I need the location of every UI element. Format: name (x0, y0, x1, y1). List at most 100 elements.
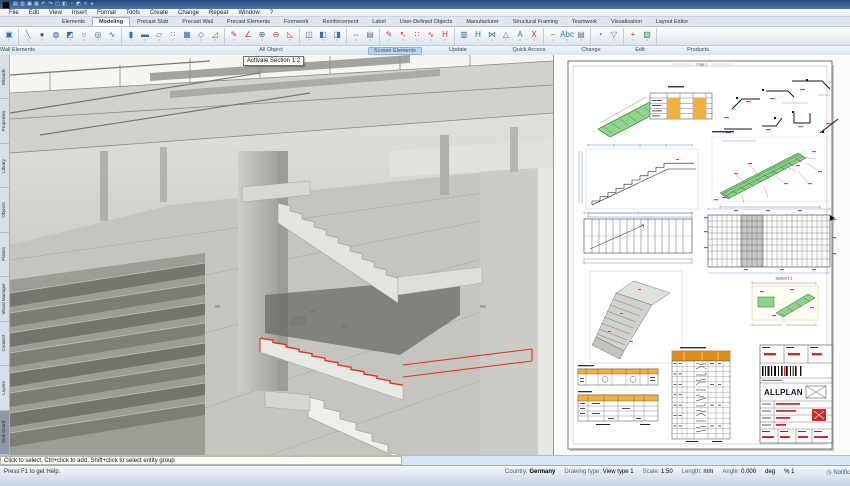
icon-visualization-scene[interactable]: ▧ (640, 28, 654, 45)
tab-elements[interactable]: Elements (55, 17, 92, 26)
icon-repeat-last[interactable]: ◔ (68, 2, 75, 7)
tab-visualisation[interactable]: Visualisation (604, 17, 649, 26)
icon-copy-tool[interactable]: ◫ (302, 28, 316, 45)
menu-item[interactable]: Repeat (204, 10, 233, 16)
icon-angle-tool[interactable]: ∠ (241, 28, 255, 45)
palette-tab-library[interactable]: Library (0, 144, 9, 188)
icon-mesh-tool[interactable]: ▦ (180, 28, 194, 45)
workspace: WizardsPropertiesLibraryObjectsPlanesVis… (0, 55, 850, 455)
menu-item[interactable]: Change (173, 10, 204, 16)
viewport-3d[interactable]: Activate Section 1:2 (10, 55, 554, 455)
icon-print[interactable]: ▦ (33, 2, 40, 7)
menu-item[interactable]: Insert (67, 10, 92, 16)
tab-precast-slab[interactable]: Precast Slab (130, 17, 175, 26)
icon-spline-tool[interactable]: ∿ (105, 28, 119, 45)
icon-redo[interactable]: ↷ (47, 2, 54, 7)
tab-modeling[interactable]: Modeling (92, 17, 130, 26)
menu-item[interactable]: View (44, 10, 67, 16)
palette-tab-layers[interactable]: Layers (0, 366, 9, 410)
icon-open-file[interactable]: ▥ (19, 2, 26, 7)
icon-toolbar: ▣ ╲●◍◩○◎∿ ▮▬▱∷▦◇◿ ✎∠⊕⊖◺ ◫◧◨ ⇔▤ ✎↖∷∿H ▥H⋈… (0, 27, 850, 46)
menu-item[interactable]: Edit (24, 10, 44, 16)
layout-sheet-panel[interactable]: Page 1 (554, 55, 850, 455)
icon-torus-tool[interactable]: ◎ (91, 28, 105, 45)
menu-item[interactable]: Create (145, 10, 173, 16)
icon-shade-tool[interactable]: △ (499, 28, 513, 45)
icon-dimension-tool[interactable]: – (546, 28, 560, 45)
icon-line-tool[interactable]: ╲ (21, 28, 35, 45)
ribbed-slabs (10, 253, 205, 455)
tab-manufacturer[interactable]: Manufacturer (459, 17, 505, 26)
icon-align-tool[interactable]: H (471, 28, 485, 45)
tab-precast-elements[interactable]: Precast Elements (220, 17, 277, 26)
icon-plane-tool[interactable]: ◇ (194, 28, 208, 45)
toolbar-group: ▥H⋈△AX (455, 28, 544, 45)
icon-new-file[interactable]: ▤ (12, 2, 19, 7)
icon-axis-tool[interactable]: + (626, 28, 640, 45)
icon-teamwork-tool[interactable]: ◔ (593, 28, 607, 45)
icon-document-tool[interactable]: ▤ (574, 28, 588, 45)
menu-item[interactable]: File (4, 10, 24, 16)
menu-item[interactable]: ? (265, 10, 278, 16)
icon-all-object-tool[interactable]: ▣ (2, 28, 16, 45)
icon-boolean-union[interactable]: ⊕ (255, 28, 269, 45)
icon-label-tool[interactable]: Abc (560, 28, 574, 45)
palette-tab-wizards[interactable]: Wizards (0, 55, 9, 99)
icon-link-tool[interactable]: ⇔ (349, 28, 363, 45)
icon-slab-tool[interactable]: ▱ (152, 28, 166, 45)
tab-teamwork[interactable]: Teamwork (565, 17, 604, 26)
icon-chamfer-tool[interactable]: ◺ (283, 28, 297, 45)
app-icon[interactable] (2, 1, 10, 9)
icon-cylinder-tool[interactable]: ◍ (49, 28, 63, 45)
palette-tab-connect[interactable]: Connect (0, 322, 9, 366)
icon-text-tool[interactable]: A (513, 28, 527, 45)
menu-item[interactable]: Tools (121, 10, 145, 16)
icon-edit-pencil[interactable]: ✎ (382, 28, 396, 45)
menu-item[interactable]: Window (233, 10, 264, 16)
icon-beam-tool[interactable]: ▬ (138, 28, 152, 45)
palette-tab-properties[interactable]: Properties (0, 99, 9, 143)
icon-pick-tool[interactable]: ↖ (396, 28, 410, 45)
tab-user-defined-objects[interactable]: User-Defined Objects (393, 17, 460, 26)
icon-delete[interactable]: ✕ (82, 2, 89, 7)
palette-tab-planes[interactable]: Planes (0, 233, 9, 277)
palette-tab-task-board[interactable]: Task Board (0, 411, 9, 455)
tab-formwork[interactable]: Formwork (277, 17, 315, 26)
icon-stirrup-tool[interactable]: H (438, 28, 452, 45)
icon-copy-sheet[interactable]: ▥ (457, 28, 471, 45)
icon-circle-tool[interactable]: ○ (77, 28, 91, 45)
tab-reinforcement[interactable]: Reinforcement (316, 17, 366, 26)
palette-tab-visual-manager[interactable]: Visual Manager (0, 277, 9, 321)
icon-help[interactable]: ▸ (89, 2, 96, 7)
palette-tab-strip: WizardsPropertiesLibraryObjectsPlanesVis… (0, 55, 10, 455)
icon-ramp-tool[interactable]: ◿ (208, 28, 222, 45)
tab-precast-wall[interactable]: Precast Wall (175, 17, 220, 26)
icon-filter-tool[interactable]: ▽ (607, 28, 621, 45)
tab-structural-framing[interactable]: Structural Framing (506, 17, 565, 26)
notification-indicator[interactable]: ◷ Notific (826, 469, 850, 476)
icon-point-grid-tool[interactable]: ∷ (166, 28, 180, 45)
icon-boolean-subtract[interactable]: ⊖ (269, 28, 283, 45)
icon-edit-curve[interactable]: ∿ (424, 28, 438, 45)
icon-mirror-tool[interactable]: ⋈ (485, 28, 499, 45)
icon-section-tool[interactable]: ▤ (363, 28, 377, 45)
icon-duplicate-tool[interactable]: ◨ (330, 28, 344, 45)
icon-edit-nodes[interactable]: ∷ (410, 28, 424, 45)
icon-paste[interactable]: ◧ (61, 2, 68, 7)
icon-undo[interactable]: ↶ (40, 2, 47, 7)
tab-layout-editor[interactable]: Layout Editor (649, 17, 695, 26)
palette-tab-objects[interactable]: Objects (0, 188, 9, 232)
icon-save-file[interactable]: ▣ (26, 2, 33, 7)
icon-delete-tool[interactable]: X (527, 28, 541, 45)
toolbar-group: +▧ (624, 28, 657, 45)
toolbar-group-caption: Edit (616, 47, 664, 53)
icon-column-tool[interactable]: ▮ (124, 28, 138, 45)
icon-modify-pen[interactable]: ✎ (227, 28, 241, 45)
icon-box-tool[interactable]: ◩ (63, 28, 77, 45)
tab-label[interactable]: Label (365, 17, 392, 26)
icon-paste-tool[interactable]: ◧ (316, 28, 330, 45)
icon-copy[interactable]: ◫ (54, 2, 61, 7)
icon-input-options[interactable]: ◩ (75, 2, 82, 7)
icon-sphere-tool[interactable]: ● (35, 28, 49, 45)
menu-item[interactable]: Format (92, 10, 121, 16)
